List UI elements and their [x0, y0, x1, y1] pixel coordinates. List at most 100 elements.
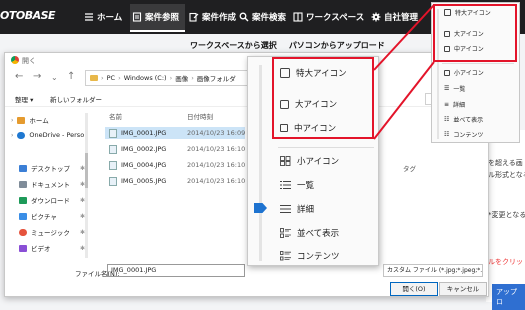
breadcrumb-item[interactable]: 画像 — [175, 73, 188, 83]
sidebar-item-videos[interactable]: ビデオ ✱ — [19, 243, 85, 253]
sidebar-item-label: ダウンロード — [31, 197, 70, 205]
sidebar-item-label: ホーム — [29, 117, 49, 125]
nav-label: ホーム — [97, 13, 123, 23]
sidebar-item-label: ピクチャ — [31, 213, 57, 221]
sidebar-item-onedrive[interactable]: › OneDrive - Perso — [11, 131, 87, 139]
menu-divider — [442, 63, 514, 64]
sidebar-item-documents[interactable]: ドキュメント ✱ — [19, 179, 85, 189]
background-note: ル形式となる — [488, 171, 525, 179]
zoom-item-label: 小アイコン — [454, 70, 484, 77]
file-row[interactable]: IMG_0005.JPG 2014/10/23 16:10 — [105, 175, 245, 187]
details-icon — [280, 205, 291, 213]
chevron-right-icon: › — [11, 116, 14, 124]
image-file-icon — [109, 176, 117, 186]
highlight-box — [272, 57, 374, 139]
tab-workspace-select[interactable]: ワークスペースから選択 — [190, 41, 277, 50]
zoom-item-label: 並べて表示 — [453, 117, 484, 124]
column-header-date[interactable]: 日付時刻 — [187, 111, 213, 121]
zoom-item-label: 詳細 — [453, 102, 466, 109]
sidebar-item-pictures[interactable]: ピクチャ ✱ — [19, 211, 85, 221]
sidebar-item-home[interactable]: › ホーム — [11, 115, 87, 125]
document-edit-icon — [189, 12, 199, 22]
tiles-icon — [280, 228, 291, 238]
breadcrumb-item[interactable]: 画像フォルダ — [197, 73, 236, 83]
list-icon: ☰ — [444, 85, 450, 92]
nav-label: 自社管理 — [384, 13, 419, 23]
file-row[interactable]: IMG_0002.JPG 2014/10/23 16:10 — [105, 143, 245, 155]
new-folder-button[interactable]: 新しいフォルダー — [50, 94, 102, 104]
up-arrow-icon[interactable]: ↑ — [67, 71, 75, 82]
organize-button[interactable]: 整理 ▾ — [15, 94, 33, 104]
cancel-button[interactable]: キャンセル — [439, 282, 487, 296]
open-button[interactable]: 開く(O) — [390, 282, 438, 296]
chevron-down-icon[interactable]: ⌄ — [51, 73, 58, 82]
video-icon — [19, 244, 27, 252]
desktop-icon — [19, 164, 27, 172]
breadcrumb-item[interactable]: Windows (C:) — [124, 74, 167, 82]
background-note: *変更となる — [488, 211, 525, 219]
content-icon: ☷ — [444, 131, 450, 138]
nav-case-create[interactable]: 案件作成 — [189, 11, 236, 23]
logo: OTOBASE — [0, 9, 56, 22]
view-item-list[interactable]: 一覧 — [280, 179, 314, 191]
zoom-item-tiles: ☷ 並べて表示 — [444, 115, 483, 124]
sidebar-item-downloads[interactable]: ダウンロード ✱ — [19, 195, 85, 205]
home-icon — [17, 116, 26, 124]
view-item-label: 詳細 — [297, 205, 315, 215]
file-name: IMG_0001.JPG — [121, 129, 167, 137]
nav-home[interactable]: ホーム — [84, 11, 122, 23]
file-date: 2014/10/23 16:09 — [187, 129, 246, 137]
upload-button[interactable]: アップロ — [492, 284, 525, 310]
sidebar-item-desktop[interactable]: デスクトップ ✱ — [19, 163, 85, 173]
folder-icon — [90, 75, 98, 81]
forward-arrow-icon[interactable]: → — [33, 71, 41, 82]
sidebar-scrollbar-thumb[interactable] — [85, 153, 88, 188]
zoom-item-small: 小アイコン — [444, 68, 484, 77]
hamburger-icon — [85, 13, 93, 21]
nav-company-admin[interactable]: 自社管理 — [371, 11, 418, 23]
tiles-icon: ☷ — [444, 116, 450, 123]
breadcrumb-separator: › — [118, 74, 121, 82]
view-slider-thumb[interactable] — [254, 203, 267, 213]
file-row[interactable]: IMG_0004.JPG 2014/10/23 16:10 — [105, 159, 245, 171]
zoom-item-list: ☰ 一覧 — [444, 84, 465, 93]
filetype-select[interactable]: カスタム ファイル (*.jpg;*.jpeg;*.pn — [383, 264, 483, 277]
filename-input[interactable]: IMG_0001.JPG — [107, 264, 245, 277]
sidebar-item-music[interactable]: ミュージック ✱ — [19, 227, 85, 237]
file-name: IMG_0002.JPG — [121, 145, 167, 153]
file-row[interactable]: IMG_0001.JPG 2014/10/23 16:09 — [105, 127, 245, 139]
music-icon — [19, 228, 27, 236]
nav-label: 案件検索 — [252, 13, 287, 23]
chrome-icon — [11, 56, 19, 64]
document-icon — [132, 12, 142, 22]
view-item-details[interactable]: 詳細 — [280, 203, 314, 215]
back-arrow-icon[interactable]: ← — [15, 71, 23, 82]
column-header-tags[interactable]: タグ — [403, 163, 416, 173]
nav-case-view[interactable]: 案件参照 — [132, 11, 179, 23]
sidebar-item-label: OneDrive - Perso — [29, 131, 85, 139]
list-icon — [280, 181, 291, 189]
view-item-content[interactable]: コンテンツ — [280, 250, 340, 262]
view-item-small[interactable]: 小アイコン — [280, 155, 339, 167]
view-slider-track[interactable] — [259, 65, 262, 261]
nav-label: 案件作成 — [202, 13, 237, 23]
breadcrumb-item[interactable]: PC — [107, 74, 115, 82]
nav-case-search[interactable]: 案件検索 — [239, 11, 286, 23]
background-note: ルをクリッ — [488, 258, 523, 266]
file-date: 2014/10/23 16:10 — [187, 145, 246, 153]
view-item-label: コンテンツ — [297, 252, 340, 262]
column-header-name[interactable]: 名前 — [109, 111, 122, 121]
image-file-icon — [109, 128, 117, 138]
nav-workspace[interactable]: ワークスペース — [293, 11, 364, 23]
file-date: 2014/10/23 16:10 — [187, 161, 246, 169]
view-item-tiles[interactable]: 並べて表示 — [280, 227, 339, 239]
image-file-icon — [109, 144, 117, 154]
small-icons-icon — [280, 156, 291, 166]
chevron-right-icon: › — [11, 131, 14, 139]
zoom-item-label: コンテンツ — [453, 132, 484, 139]
file-date: 2014/10/23 16:10 — [187, 177, 246, 185]
address-bar[interactable]: › PC › Windows (C:) › 画像 › 画像フォルダ — [85, 70, 260, 86]
tab-pc-upload[interactable]: パソコンからアップロード — [289, 41, 385, 50]
nav-label: 案件参照 — [145, 13, 180, 23]
highlight-box-zoom — [433, 4, 517, 62]
